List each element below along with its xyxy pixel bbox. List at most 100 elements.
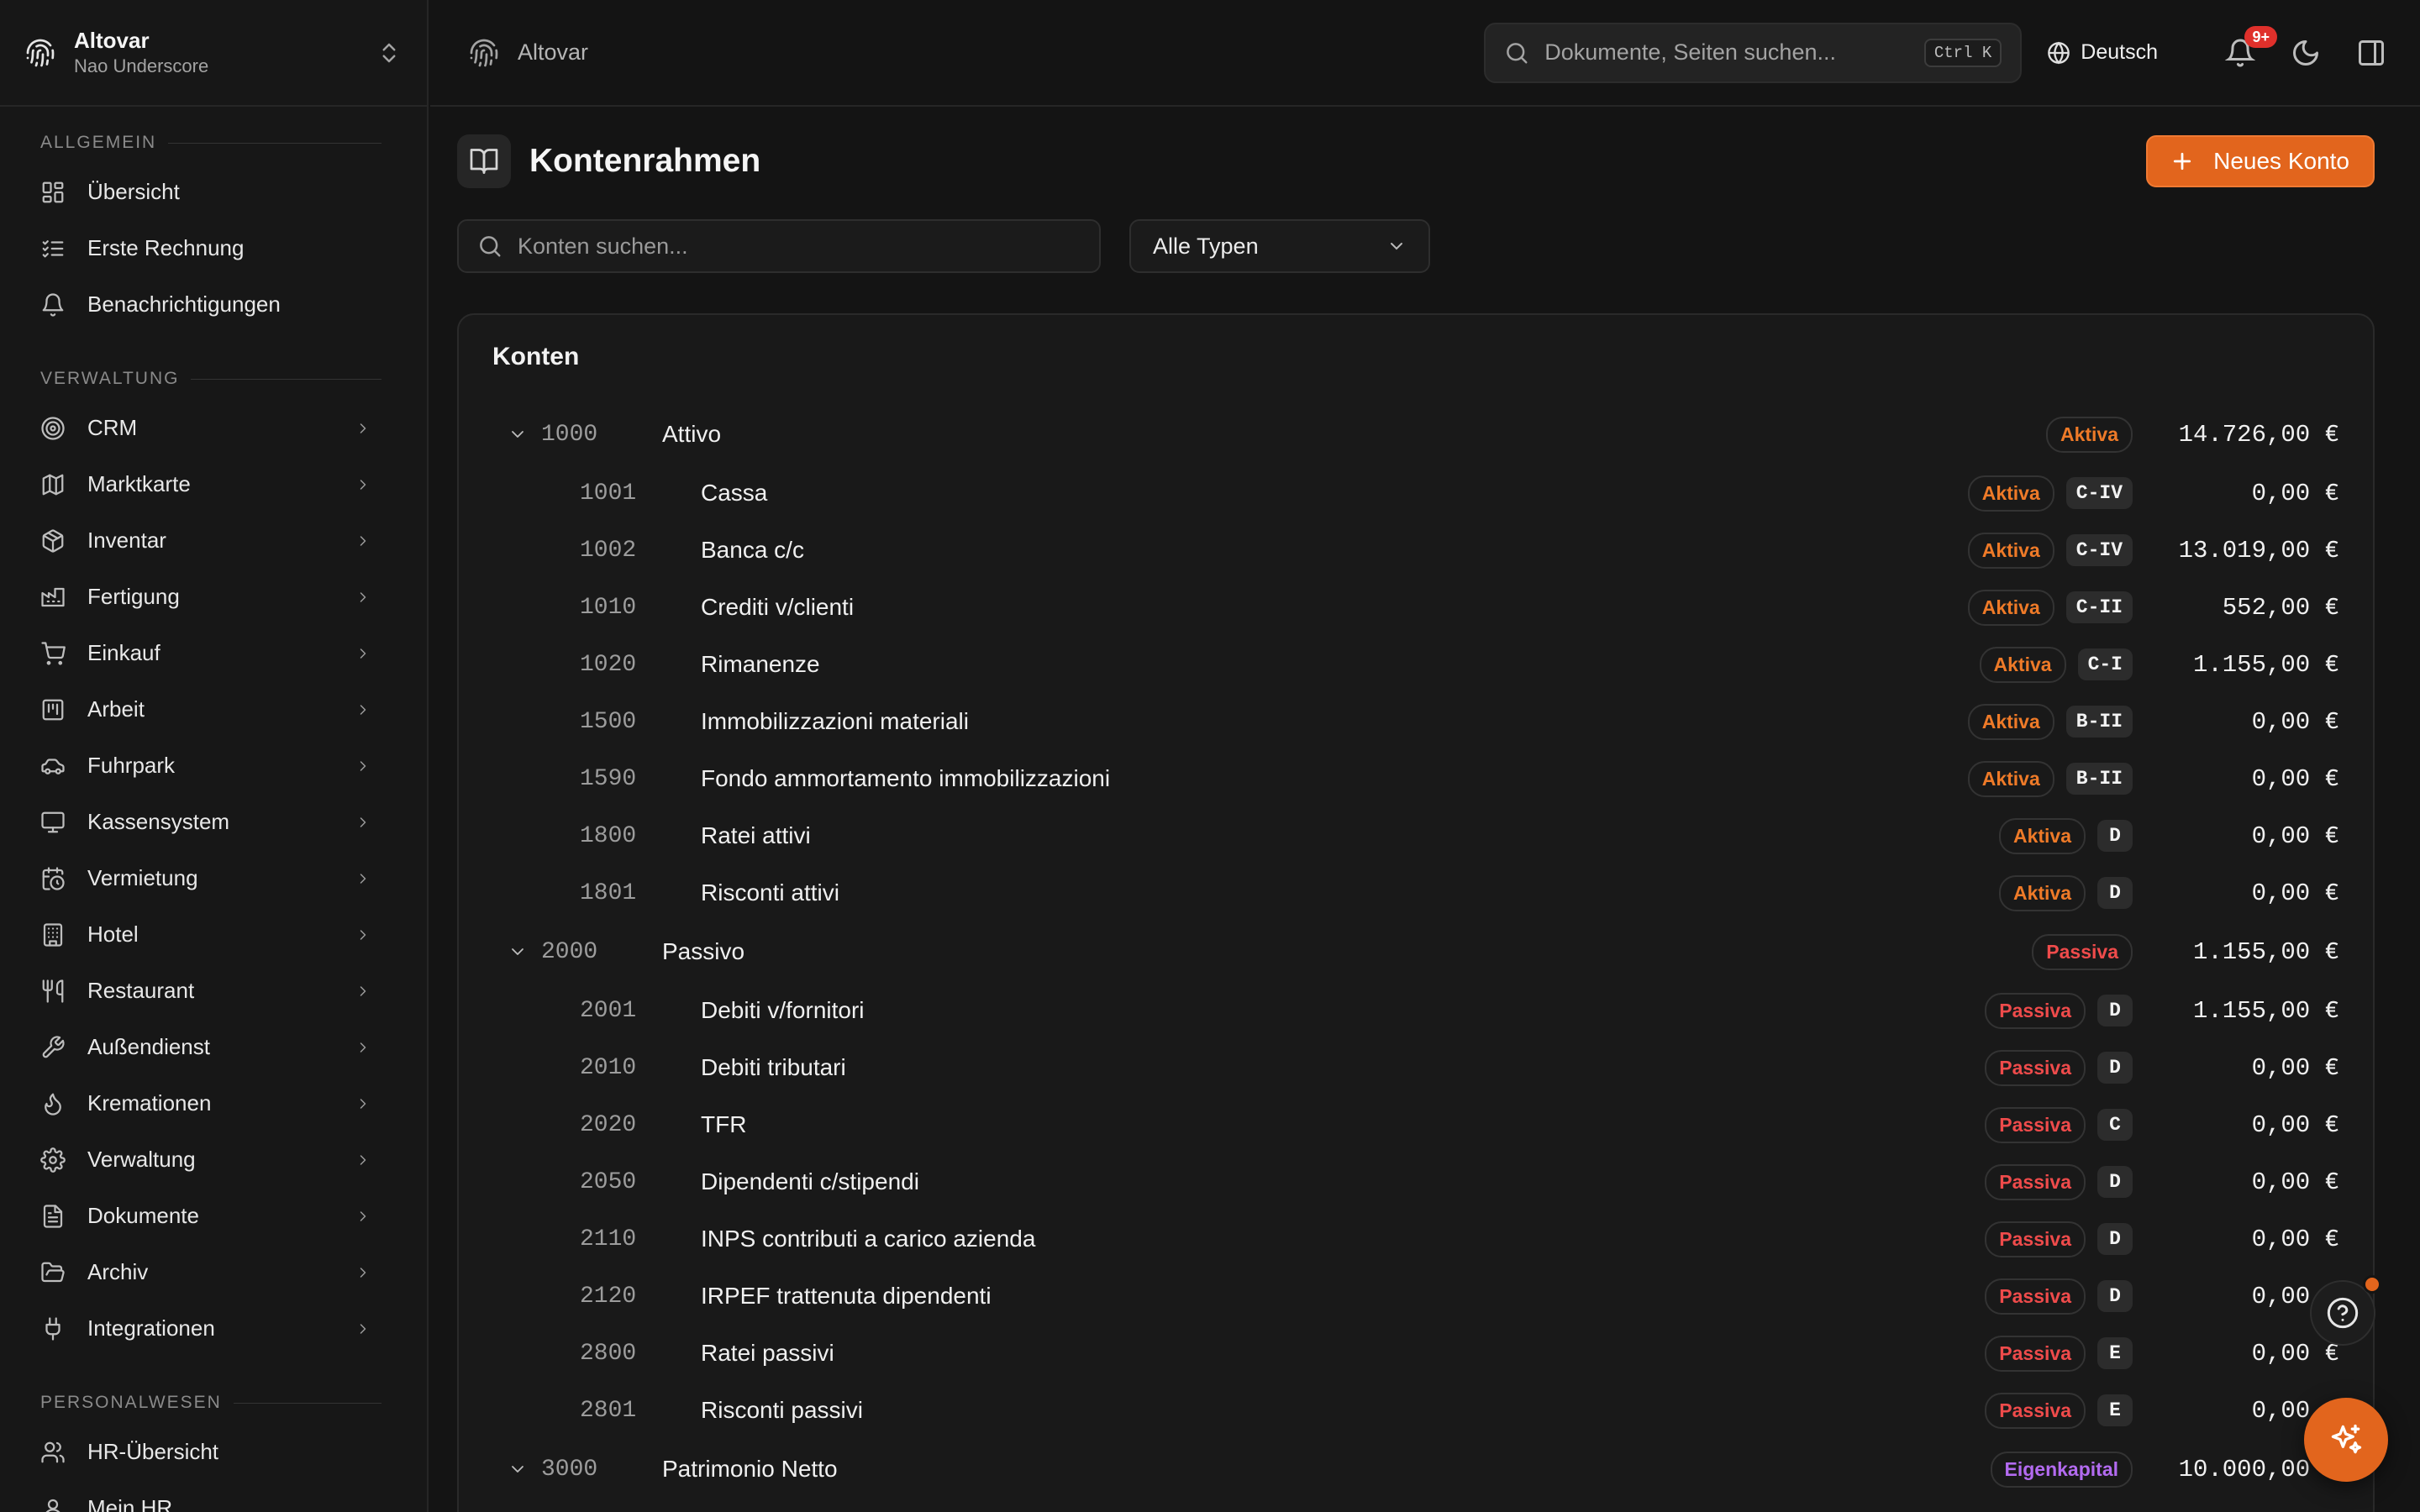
sidebar-item-crm[interactable]: CRM — [0, 400, 427, 456]
account-row[interactable]: 1500 Immobilizzazioni materiali Aktiva B-II… — [492, 693, 2339, 750]
account-row[interactable]: 1020 Rimanenze Aktiva C-I 1.155,00 € — [492, 636, 2339, 693]
account-code: 2800 — [580, 1340, 637, 1367]
sidebar-item-benachrichtigungen[interactable]: Benachrichtigungen — [0, 276, 427, 333]
sidebar-item-archiv[interactable]: Archiv — [0, 1244, 427, 1300]
global-search-input[interactable] — [1544, 39, 1924, 66]
kanban-icon — [42, 699, 64, 720]
account-search-input[interactable] — [518, 233, 1081, 260]
sidebar-item-label: Kremationen — [87, 1090, 212, 1116]
account-row[interactable]: 1010 Crediti v/clienti Aktiva C-II 552,00 € — [492, 579, 2339, 636]
sidebar-item-verwaltung[interactable]: Verwaltung — [0, 1131, 427, 1188]
sidebar-section-title: VERWALTUNG — [40, 369, 180, 388]
global-search[interactable]: Ctrl K — [1484, 22, 2023, 83]
account-row[interactable]: 2800 Ratei passivi Passiva E 0,00 € — [492, 1325, 2339, 1382]
sidebar-item-hotel[interactable]: Hotel — [0, 906, 427, 963]
account-name: Fondo ammortamento immobilizzazioni — [701, 765, 1111, 791]
account-balance: 0,00 € — [2251, 822, 2339, 850]
account-group-row[interactable]: 3000 Patrimonio Netto Eigenkapital 10.000,0… — [492, 1439, 2339, 1499]
sparkles-icon — [2331, 1424, 2362, 1454]
account-row[interactable]: 1800 Ratei attivi Aktiva D 0,00 € — [492, 807, 2339, 864]
account-row[interactable]: 1590 Fondo ammortamento immobilizzazioni A… — [492, 750, 2339, 807]
account-row[interactable]: 1801 Risconti attivi Aktiva D 0,00 € — [492, 864, 2339, 921]
new-account-button[interactable]: Neues Konto — [2146, 135, 2375, 187]
sidebar-item-vermietung[interactable]: Vermietung — [0, 850, 427, 906]
collapse-toggle[interactable] — [502, 937, 533, 967]
account-name: INPS contributi a carico azienda — [701, 1226, 1036, 1252]
chevron-right-icon — [360, 1098, 366, 1109]
account-row[interactable]: 2120 IRPEF trattenuta dipendenti Passiva D 0… — [492, 1268, 2339, 1325]
sidebar-item-marktkarte[interactable]: Marktkarte — [0, 456, 427, 512]
account-name: Risconti passivi — [701, 1397, 863, 1423]
sidebar-item-außendienst[interactable]: Außendienst — [0, 1019, 427, 1075]
account-type-badge: Aktiva — [1967, 475, 2054, 512]
account-row[interactable]: 2801 Risconti passivi Passiva E 0,00 € — [492, 1382, 2339, 1439]
sidebar-item-hr-übersicht[interactable]: HR-Übersicht — [0, 1424, 427, 1480]
building-icon — [43, 922, 63, 947]
language-switcher[interactable]: Deutsch — [2047, 40, 2158, 65]
workspace-switcher[interactable]: Altovar Nao Underscore — [0, 0, 427, 107]
sidebar-item-kassensystem[interactable]: Kassensystem — [0, 794, 427, 850]
collapse-toggle[interactable] — [502, 1454, 533, 1484]
account-name: IRPEF trattenuta dipendenti — [701, 1283, 992, 1309]
account-row[interactable]: 2010 Debiti tributari Passiva D 0,00 € — [492, 1039, 2339, 1096]
sidebar-item-inventar[interactable]: Inventar — [0, 512, 427, 569]
account-type-badge: Passiva — [2032, 933, 2133, 970]
accounts-card-title: Konten — [492, 343, 580, 370]
account-name: Risconti attivi — [701, 879, 839, 906]
sidebar-item-label: Fuhrpark — [87, 753, 176, 778]
sidebar-item-restaurant[interactable]: Restaurant — [0, 963, 427, 1019]
sidebar-item-label: Hotel — [87, 921, 139, 947]
account-row[interactable]: 2110 INPS contributi a carico azienda Pass… — [492, 1210, 2339, 1268]
sidebar-item-label: Dokumente — [87, 1203, 199, 1228]
account-row[interactable]: 2001 Debiti v/fornitori Passiva D 1.155,00 € — [492, 982, 2339, 1039]
sidebar-item-arbeit[interactable]: Arbeit — [0, 681, 427, 738]
sidebar-item-dokumente[interactable]: Dokumente — [0, 1188, 427, 1244]
account-balance: 0,00 € — [2251, 1225, 2339, 1253]
account-row[interactable]: 2020 TFR Passiva C 0,00 € — [492, 1096, 2339, 1153]
account-row[interactable]: 2050 Dipendenti c/stipendi Passiva D 0,00 € — [492, 1153, 2339, 1210]
list-check-icon — [42, 239, 64, 257]
sidebar-item-einkauf[interactable]: Einkauf — [0, 625, 427, 681]
account-balance: 0,00 € — [2251, 879, 2339, 907]
theme-toggle-button[interactable] — [2291, 38, 2321, 68]
sidebar-item-integrationen[interactable]: Integrationen — [0, 1300, 427, 1357]
sidebar-item-mein-hr[interactable]: Mein HR — [0, 1480, 427, 1512]
sidebar-item-fuhrpark[interactable]: Fuhrpark — [0, 738, 427, 794]
dashboard-icon — [42, 181, 64, 202]
cart-icon — [41, 641, 66, 665]
account-row[interactable]: 1002 Banca c/c Aktiva C-IV 13.019,00 € — [492, 522, 2339, 579]
chevron-right-icon — [360, 1323, 366, 1334]
sidebar-item-erste-rechnung[interactable]: Erste Rechnung — [0, 220, 427, 276]
sidebar-item-übersicht[interactable]: Übersicht — [0, 164, 427, 220]
sidebar-item-label: Restaurant — [87, 978, 195, 1003]
collapse-toggle[interactable] — [502, 419, 533, 449]
type-filter-select[interactable]: Alle Typen — [1129, 219, 1430, 273]
account-name: Ratei passivi — [701, 1340, 834, 1366]
account-search[interactable] — [457, 219, 1101, 273]
balance-class-badge: D — [2097, 1052, 2133, 1084]
sidebar-item-label: Verwaltung — [87, 1147, 196, 1172]
sidebar-item-label: CRM — [87, 415, 138, 440]
sidebar-nav: ALLGEMEIN Übersicht Erste Rechnung Benachri… — [0, 107, 427, 1512]
sidebar-section-title: ALLGEMEIN — [40, 133, 157, 152]
notification-badge: 9+ — [2244, 25, 2277, 48]
balance-class-badge: C-IV — [2065, 477, 2133, 509]
top-header: Altovar Ctrl K Deutsch 9+ — [430, 0, 2420, 107]
account-group-row[interactable]: 2000 Passivo Passiva 1.155,00 € — [492, 921, 2339, 982]
search-icon — [1507, 42, 1528, 63]
chevron-right-icon — [360, 1154, 366, 1165]
panel-toggle-button[interactable] — [2356, 38, 2386, 68]
ai-assistant-button[interactable] — [2304, 1398, 2388, 1482]
sidebar-item-kremationen[interactable]: Kremationen — [0, 1075, 427, 1131]
account-row[interactable]: 1001 Cassa Aktiva C-IV 0,00 € — [492, 465, 2339, 522]
account-balance: 14.726,00 € — [2178, 420, 2339, 449]
account-type-badge: Aktiva — [1979, 646, 2066, 683]
account-balance: 0,00 € — [2251, 1110, 2339, 1139]
sidebar-item-fertigung[interactable]: Fertigung — [0, 569, 427, 625]
balance-class-badge: C-IV — [2065, 534, 2133, 566]
sidebar-section-header: ALLGEMEIN — [0, 129, 427, 157]
breadcrumb-title: Altovar — [518, 39, 589, 65]
account-type-badge: Passiva — [1985, 992, 2086, 1029]
notifications-button[interactable]: 9+ — [2224, 25, 2277, 68]
account-group-row[interactable]: 1000 Attivo Aktiva 14.726,00 € — [492, 404, 2339, 465]
